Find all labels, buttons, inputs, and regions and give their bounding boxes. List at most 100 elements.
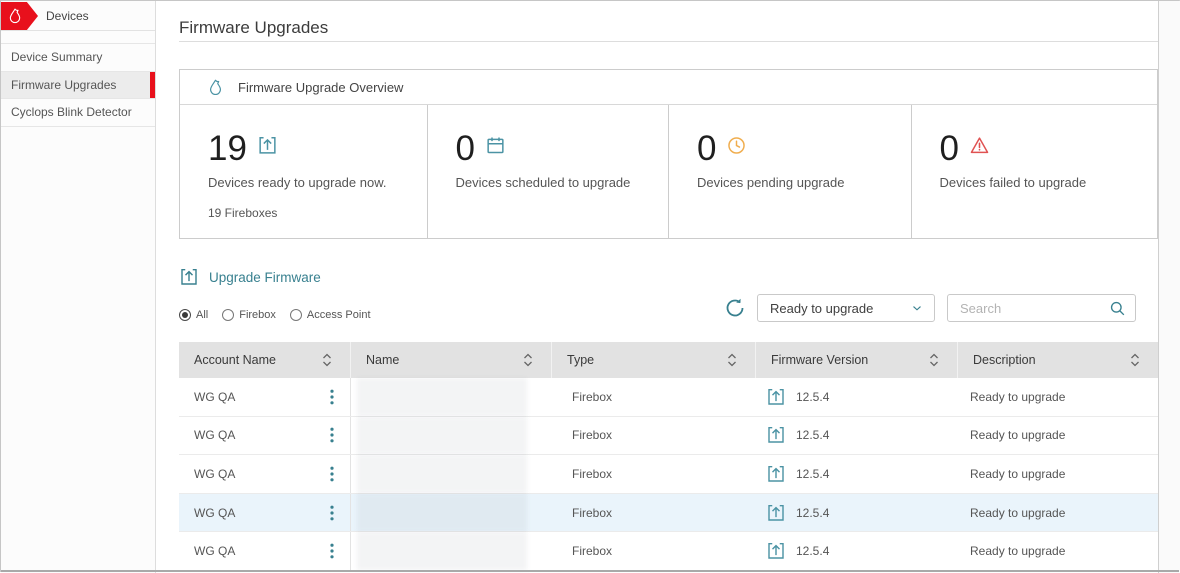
upload-icon: [766, 541, 786, 561]
table-body: WG QA Firebox 12.5.4 Ready to upgrade WG…: [179, 378, 1158, 571]
upload-icon: [766, 425, 786, 445]
column-header-account-name[interactable]: Account Name: [179, 342, 351, 378]
stat-value: 0: [697, 131, 716, 167]
column-label: Type: [567, 353, 594, 367]
sidebar-item-device-summary[interactable]: Device Summary: [1, 44, 155, 72]
firmware-version: 12.5.4: [796, 544, 829, 558]
dropdown-selected-value: Ready to upgrade: [770, 301, 873, 316]
kebab-menu-icon[interactable]: [328, 423, 336, 447]
sort-chevrons-icon[interactable]: [322, 353, 332, 367]
sidebar-item-label: Firmware Upgrades: [11, 78, 116, 92]
account-cell: WG QA: [179, 417, 351, 455]
account-cell: WG QA: [179, 455, 351, 493]
sort-chevrons-icon[interactable]: [1130, 353, 1140, 367]
warning-triangle-icon: [969, 135, 990, 156]
overview-card-header: Firmware Upgrade Overview: [180, 70, 1157, 105]
account-cell: WG QA: [179, 532, 351, 570]
radio-label: Firebox: [239, 309, 276, 321]
flame-icon: [6, 7, 24, 25]
account-name: WG QA: [194, 390, 235, 404]
stat-sublabel: 19 Fireboxes: [208, 206, 427, 220]
upgrade-firmware-button[interactable]: Upgrade Firmware: [179, 267, 321, 287]
account-name: WG QA: [194, 544, 235, 558]
calendar-icon: [485, 135, 506, 156]
name-cell: [351, 417, 552, 455]
stat-label: Devices scheduled to upgrade: [456, 175, 669, 190]
firmware-version-cell: 12.5.4: [756, 455, 958, 493]
sidebar: Devices Device Summary Firmware Upgrades…: [1, 1, 156, 573]
sidebar-item-label: Cyclops Blink Detector: [11, 105, 132, 119]
sidebar-item-label: Device Summary: [11, 50, 102, 64]
redacted-device-name: [357, 532, 527, 570]
account-name: WG QA: [194, 506, 235, 520]
firmware-version-cell: 12.5.4: [756, 378, 958, 416]
column-header-name[interactable]: Name: [351, 342, 552, 378]
search-input[interactable]: [960, 301, 1108, 316]
account-name: WG QA: [194, 467, 235, 481]
type-cell: Firebox: [552, 532, 756, 570]
table-row[interactable]: WG QA Firebox 12.5.4 Ready to upgrade: [179, 494, 1158, 533]
table-row[interactable]: WG QA Firebox 12.5.4 Ready to upgrade: [179, 378, 1158, 417]
radio-icon: [290, 309, 302, 321]
scrollbar-gutter[interactable]: [1158, 1, 1180, 573]
firmware-version: 12.5.4: [796, 506, 829, 520]
stat-value: 0: [456, 131, 475, 167]
description-cell: Ready to upgrade: [958, 455, 1158, 493]
sort-chevrons-icon[interactable]: [929, 353, 939, 367]
column-label: Firmware Version: [771, 353, 868, 367]
refresh-button[interactable]: [723, 296, 749, 322]
stat-scheduled-to-upgrade: 0 Devices scheduled to upgrade: [428, 105, 670, 238]
type-cell: Firebox: [552, 455, 756, 493]
kebab-menu-icon[interactable]: [328, 539, 336, 563]
account-cell: WG QA: [179, 378, 351, 416]
column-label: Name: [366, 353, 399, 367]
kebab-menu-icon[interactable]: [328, 462, 336, 486]
firmware-version: 12.5.4: [796, 467, 829, 481]
status-filter-dropdown[interactable]: Ready to upgrade: [757, 294, 935, 322]
column-header-description[interactable]: Description: [958, 342, 1158, 378]
refresh-icon: [723, 296, 747, 320]
firmware-version: 12.5.4: [796, 390, 829, 404]
account-name: WG QA: [194, 428, 235, 442]
redacted-device-name: [357, 455, 527, 493]
upgrade-firmware-label: Upgrade Firmware: [209, 270, 321, 285]
column-header-type[interactable]: Type: [552, 342, 756, 378]
firmware-version-cell: 12.5.4: [756, 417, 958, 455]
account-cell: WG QA: [179, 494, 351, 532]
radio-all[interactable]: All: [179, 309, 208, 321]
type-cell: Firebox: [552, 378, 756, 416]
sidebar-section-title: Devices: [46, 9, 89, 23]
radio-access-point[interactable]: Access Point: [290, 309, 371, 321]
description-cell: Ready to upgrade: [958, 532, 1158, 570]
sort-chevrons-icon[interactable]: [523, 353, 533, 367]
radio-firebox[interactable]: Firebox: [222, 309, 276, 321]
sort-chevrons-icon[interactable]: [727, 353, 737, 367]
upload-icon: [179, 267, 199, 287]
table-row[interactable]: WG QA Firebox 12.5.4 Ready to upgrade: [179, 417, 1158, 456]
table-row[interactable]: WG QA Firebox 12.5.4 Ready to upgrade: [179, 455, 1158, 494]
table-header-row: Account Name Name Type Firmware Version …: [179, 342, 1158, 378]
radio-label: Access Point: [307, 309, 371, 321]
column-header-firmware-version[interactable]: Firmware Version: [756, 342, 958, 378]
sidebar-item-cyclops-blink-detector[interactable]: Cyclops Blink Detector: [1, 99, 155, 127]
kebab-menu-icon[interactable]: [328, 501, 336, 525]
droplet-icon: [206, 78, 225, 97]
main-content: Firmware Upgrades Firmware Upgrade Overv…: [157, 1, 1158, 573]
name-cell: [351, 455, 552, 493]
stat-label: Devices ready to upgrade now.: [208, 175, 427, 190]
sidebar-nav: Device Summary Firmware Upgrades Cyclops…: [1, 43, 155, 127]
stat-label: Devices failed to upgrade: [940, 175, 1158, 190]
search-icon[interactable]: [1108, 299, 1127, 318]
radio-icon: [179, 309, 191, 321]
table-row[interactable]: WG QA Firebox 12.5.4 Ready to upgrade: [179, 532, 1158, 571]
sidebar-item-firmware-upgrades[interactable]: Firmware Upgrades: [1, 72, 155, 100]
sidebar-header: Devices: [1, 1, 155, 31]
type-cell: Firebox: [552, 417, 756, 455]
upload-icon: [766, 503, 786, 523]
description-cell: Ready to upgrade: [958, 494, 1158, 532]
upload-icon: [766, 387, 786, 407]
kebab-menu-icon[interactable]: [328, 385, 336, 409]
column-label: Description: [973, 353, 1036, 367]
stat-label: Devices pending upgrade: [697, 175, 911, 190]
column-label: Account Name: [194, 353, 276, 367]
